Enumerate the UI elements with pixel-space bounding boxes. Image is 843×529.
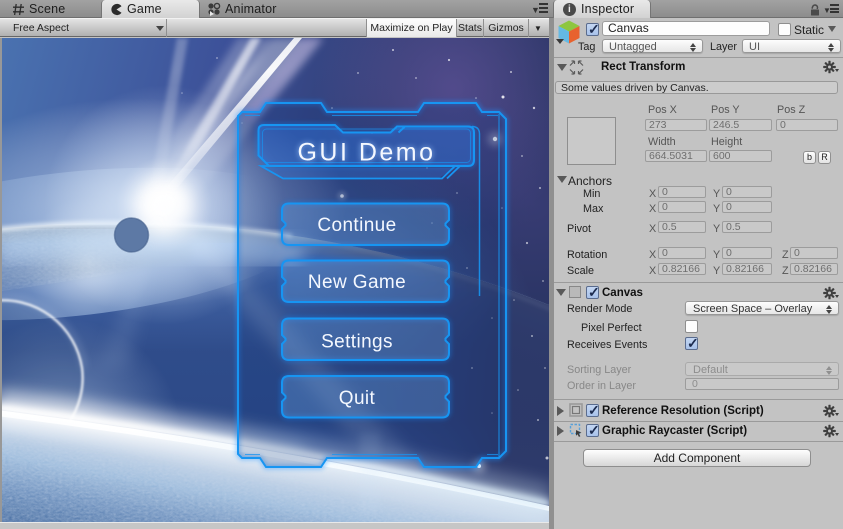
svg-text:Settings: Settings xyxy=(321,332,393,353)
svg-text:GUI Demo: GUI Demo xyxy=(297,139,435,167)
svg-text:New Game: New Game xyxy=(308,272,406,293)
svg-text:Quit: Quit xyxy=(339,388,376,409)
svg-text:Continue: Continue xyxy=(317,215,396,236)
